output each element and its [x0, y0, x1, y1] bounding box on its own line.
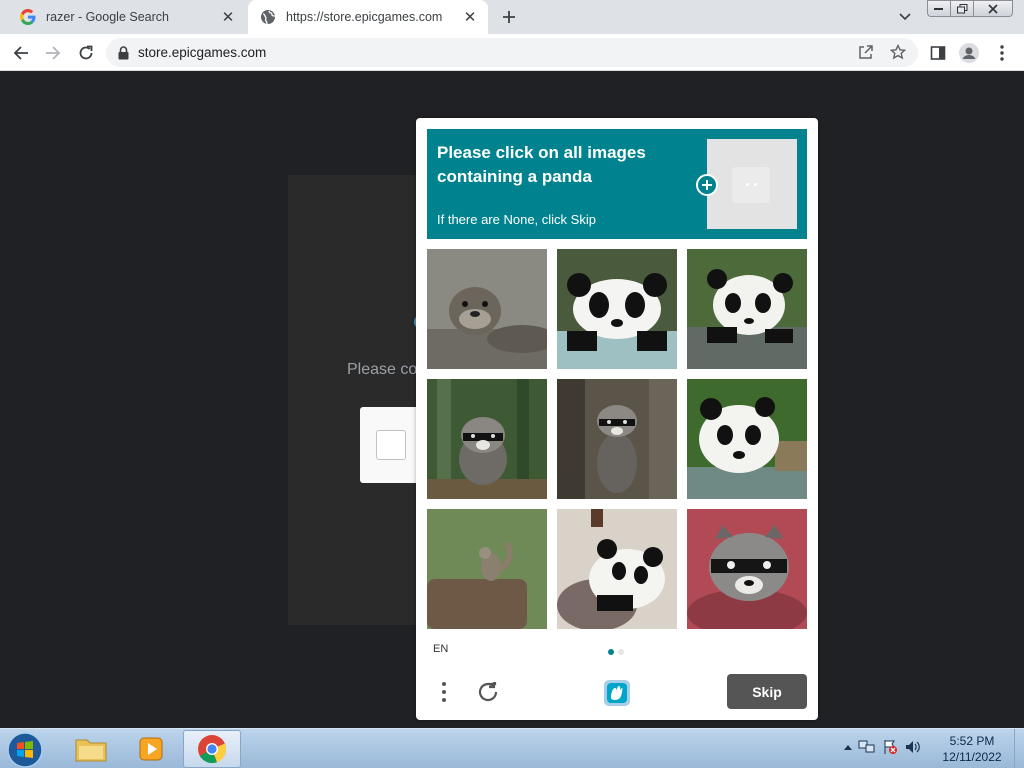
grid-tile-otter[interactable]: [427, 249, 547, 369]
folder-icon: [75, 739, 107, 762]
skip-button[interactable]: Skip: [727, 674, 807, 709]
back-button[interactable]: [10, 42, 32, 64]
challenge-prompt: Please click on all images containing a …: [427, 129, 807, 239]
close-window-button[interactable]: [973, 0, 1013, 17]
example-image: [707, 139, 797, 229]
tab-title: https://store.epicgames.com: [286, 10, 443, 24]
taskbar-clock[interactable]: 5:52 PM 12/11/2022: [936, 733, 1008, 765]
background-message: Please co: [347, 361, 417, 378]
browser-toolbar: store.epicgames.com: [0, 34, 1024, 71]
new-tab-button[interactable]: [498, 6, 520, 28]
tab-strip: razer - Google Search ✕ https://store.ep…: [0, 0, 1024, 34]
kebab-menu-icon: [1000, 45, 1004, 61]
google-g-icon: [20, 9, 36, 25]
tab-search-button[interactable]: [896, 8, 914, 26]
taskbar-media-player[interactable]: [122, 730, 180, 768]
reload-button[interactable]: [75, 42, 97, 64]
bookmark-star-icon[interactable]: [889, 43, 907, 65]
windows-taskbar: 5:52 PM 12/11/2022: [0, 728, 1024, 768]
grid-tile-panda[interactable]: [557, 249, 677, 369]
example-dot: [746, 183, 749, 186]
close-tab-icon[interactable]: ✕: [460, 7, 480, 27]
taskbar-chrome[interactable]: [183, 730, 241, 768]
close-icon: [988, 3, 998, 14]
clock-time: 5:52 PM: [949, 734, 995, 748]
grid-tile-panda[interactable]: [557, 509, 677, 629]
media-player-icon: [139, 737, 163, 761]
chrome-icon: [198, 735, 227, 764]
grid-tile-raccoon[interactable]: [687, 509, 807, 629]
prompt-text: Please click on all images containing a …: [437, 143, 646, 186]
hcaptcha-challenge: Please click on all images containing a …: [416, 118, 818, 720]
system-tray: [844, 739, 922, 755]
taskbar-file-explorer[interactable]: [62, 730, 120, 768]
restore-icon: [956, 3, 967, 13]
side-panel-icon: [930, 46, 946, 60]
grid-tile-panda[interactable]: [687, 249, 807, 369]
window-controls: [927, 0, 1013, 17]
show-hidden-icons-icon[interactable]: [844, 744, 852, 750]
close-tab-icon[interactable]: ✕: [218, 7, 238, 27]
tab-title: razer - Google Search: [46, 10, 169, 24]
chevron-down-icon: [899, 13, 911, 21]
captcha-menu-button[interactable]: [434, 678, 454, 706]
show-desktop-button[interactable]: [1014, 729, 1024, 768]
back-arrow-icon: [13, 46, 28, 60]
minimize-icon: [934, 7, 943, 10]
forward-arrow-icon: [46, 46, 61, 60]
avatar-icon: [959, 43, 979, 63]
profile-button[interactable]: [958, 42, 980, 64]
refresh-challenge-button[interactable]: [474, 678, 502, 706]
tab-epic-games[interactable]: https://store.epicgames.com ✕: [248, 0, 488, 34]
globe-icon: [260, 9, 276, 25]
challenge-pager: [608, 649, 624, 655]
reload-icon: [79, 45, 93, 60]
hcaptcha-logo-icon: [604, 680, 630, 706]
pager-dot: [618, 649, 624, 655]
browser-menu-button[interactable]: [991, 42, 1013, 64]
action-center-flag-icon[interactable]: [882, 739, 898, 755]
tab-google-search[interactable]: razer - Google Search ✕: [8, 0, 246, 34]
grid-tile-raccoon[interactable]: [427, 379, 547, 499]
forward-button[interactable]: [42, 42, 64, 64]
address-bar[interactable]: store.epicgames.com: [106, 38, 918, 67]
captcha-checkbox[interactable]: [376, 430, 406, 460]
side-panel-button[interactable]: [927, 42, 949, 64]
expand-example-icon[interactable]: [695, 173, 719, 197]
refresh-icon: [478, 682, 498, 702]
lock-icon: [118, 45, 130, 60]
language-selector[interactable]: EN: [433, 643, 448, 655]
example-dot: [754, 183, 757, 186]
grid-tile-squirrel[interactable]: [427, 509, 547, 629]
clock-date: 12/11/2022: [942, 750, 1002, 764]
pager-dot-active: [608, 649, 614, 655]
start-button[interactable]: [6, 731, 44, 768]
volume-icon[interactable]: [904, 739, 922, 755]
kebab-menu-icon: [442, 682, 446, 702]
address-text: store.epicgames.com: [138, 45, 267, 60]
example-placeholder: [732, 167, 770, 203]
restore-button[interactable]: [950, 0, 974, 17]
grid-tile-panda[interactable]: [687, 379, 807, 499]
minimize-button[interactable]: [927, 0, 951, 17]
plus-icon: [503, 11, 515, 23]
grid-tile-raccoon[interactable]: [557, 379, 677, 499]
network-icon[interactable]: [858, 739, 876, 755]
share-icon[interactable]: [858, 44, 874, 65]
prompt-subtext: If there are None, click Skip: [437, 212, 596, 227]
